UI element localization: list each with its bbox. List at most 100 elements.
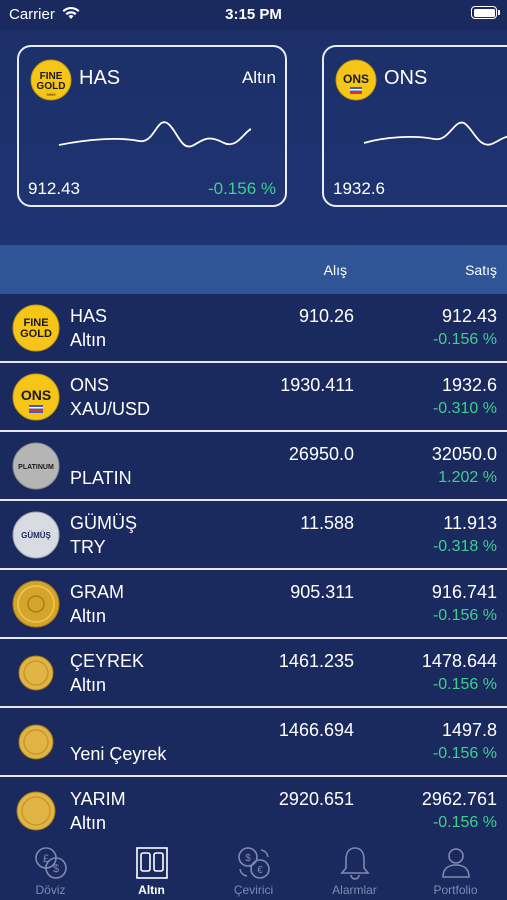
tab-label: Altın — [138, 883, 165, 897]
row-buy: 1930.411 — [280, 375, 354, 395]
ons-badge-icon: ONS — [335, 59, 377, 101]
svg-text:$: $ — [53, 863, 59, 875]
row-subtitle: Altın — [70, 675, 107, 695]
row-change: 1.202 % — [438, 469, 497, 486]
table-row[interactable]: ÇEYREK Altın 1461.235 1478.644 -0.156 % — [0, 639, 507, 708]
tab-label: Döviz — [35, 883, 66, 897]
row-sell: 1932.6 — [441, 375, 497, 395]
row-buy: 1466.694 — [278, 720, 354, 740]
badge-text: ONS — [343, 72, 369, 86]
badge-text-line2: GOLD — [20, 328, 52, 340]
row-buy: 905.311 — [290, 582, 354, 602]
card-kind: Altın — [241, 68, 276, 87]
header-sell: Satış — [465, 262, 497, 278]
tab-label: Çevirici — [233, 883, 274, 897]
row-subtitle: Altın — [70, 330, 107, 350]
summary-cards-carousel[interactable]: FINE GOLD 9999 HAS Altın 912.43 -0.156 %… — [0, 30, 507, 245]
card-change: -0.156 % — [207, 179, 276, 198]
tab-altin[interactable]: Altın — [101, 840, 202, 900]
svg-text:€: € — [257, 865, 263, 876]
table-row[interactable]: GÜMÜŞ GÜMÜŞ TRY 11.588 11.913 -0.318 % — [0, 501, 507, 570]
row-sell: 2962.761 — [421, 789, 497, 809]
row-buy: 2920.651 — [278, 789, 354, 809]
bell-icon — [340, 847, 370, 880]
status-bar: Carrier 3:15 PM — [0, 0, 507, 30]
price-sparkline — [58, 121, 252, 148]
row-sell: 1497.8 — [441, 720, 497, 740]
row-change: -0.156 % — [432, 676, 497, 693]
table-row[interactable]: Yeni Çeyrek 1466.694 1497.8 -0.156 % — [0, 708, 507, 777]
badge-text-line2: GOLD — [37, 81, 66, 92]
tab-label: Alarmlar — [332, 883, 377, 897]
tab-label: Portfolio — [433, 883, 478, 897]
badge-text: GÜMÜŞ — [21, 531, 51, 540]
price-list[interactable]: FINE GOLD HAS Altın 910.26 912.43 -0.156… — [0, 294, 507, 840]
fine-gold-badge-icon: FINE GOLD 9999 — [30, 59, 72, 101]
row-name: ÇEYREK — [70, 651, 145, 671]
row-change: -0.318 % — [432, 538, 497, 555]
tab-alarmlar[interactable]: Alarmlar — [304, 840, 405, 900]
card-name: HAS — [79, 67, 121, 89]
gold-bars-icon — [136, 847, 168, 879]
gold-coin-icon — [16, 791, 56, 831]
tab-bar: £ $ Döviz Altın $ € Çevirici Alarmlar Po… — [0, 840, 507, 900]
table-header: Alış Satış — [0, 245, 507, 294]
row-name: GÜMÜŞ — [70, 513, 137, 533]
tab-cevirici[interactable]: $ € Çevirici — [203, 840, 304, 900]
table-row[interactable]: GRAM Altın 905.311 916.741 -0.156 % — [0, 570, 507, 639]
person-icon — [442, 848, 470, 878]
gold-coin-icon — [12, 580, 60, 628]
row-name: GRAM — [70, 582, 124, 602]
gold-coin-icon — [18, 655, 54, 691]
card-price: 912.43 — [28, 179, 80, 198]
row-buy: 910.26 — [298, 306, 354, 326]
card-ons[interactable]: ONS ONS 1932.6 — [322, 45, 507, 207]
clock: 3:15 PM — [225, 6, 282, 23]
platinum-badge-icon: PLATINUM — [12, 442, 60, 490]
price-sparkline — [363, 121, 507, 146]
row-change: -0.310 % — [432, 400, 497, 417]
card-price: 1932.6 — [333, 179, 385, 198]
ons-badge-icon: ONS — [12, 373, 60, 421]
tab-doviz[interactable]: £ $ Döviz — [0, 840, 101, 900]
converter-icon: $ € — [238, 847, 270, 879]
row-change: -0.156 % — [432, 607, 497, 624]
row-name: HAS — [70, 306, 108, 326]
table-row[interactable]: PLATINUM PLATIN 26950.0 32050.0 1.202 % — [0, 432, 507, 501]
row-sell: 11.913 — [443, 513, 497, 533]
row-subtitle: Altın — [70, 606, 107, 626]
row-subtitle: PLATIN — [70, 468, 132, 488]
row-change: -0.156 % — [432, 814, 497, 831]
currency-coins-icon: £ $ — [35, 847, 67, 879]
tab-portfolio[interactable]: Portfolio — [405, 840, 506, 900]
card-has[interactable]: FINE GOLD 9999 HAS Altın 912.43 -0.156 % — [17, 45, 287, 207]
row-subtitle: Yeni Çeyrek — [70, 744, 167, 764]
badge-text-purity: 9999 — [47, 92, 57, 97]
svg-text:$: $ — [245, 853, 251, 864]
row-buy: 26950.0 — [288, 444, 354, 464]
row-change: -0.156 % — [432, 745, 497, 762]
row-sell: 912.43 — [441, 306, 497, 326]
gold-coin-icon — [18, 724, 54, 760]
row-subtitle: XAU/USD — [70, 399, 151, 419]
row-sell: 32050.0 — [431, 444, 497, 464]
fine-gold-badge-icon: FINE GOLD — [12, 304, 60, 352]
row-buy: 11.588 — [300, 513, 354, 533]
row-name: YARIM — [70, 789, 126, 809]
badge-text: PLATINUM — [18, 464, 54, 471]
header-buy: Alış — [323, 262, 347, 278]
table-row[interactable]: ONS ONS XAU/USD 1930.411 1932.6 -0.310 % — [0, 363, 507, 432]
row-buy: 1461.235 — [278, 651, 354, 671]
row-subtitle: TRY — [70, 537, 106, 557]
row-name: ONS — [70, 375, 110, 395]
row-change: -0.156 % — [432, 331, 497, 348]
row-subtitle: Altın — [70, 813, 107, 833]
row-sell: 1478.644 — [421, 651, 497, 671]
table-row[interactable]: FINE GOLD HAS Altın 910.26 912.43 -0.156… — [0, 294, 507, 363]
card-name: ONS — [384, 67, 428, 89]
table-row[interactable]: YARIM Altın 2920.651 2962.761 -0.156 % — [0, 777, 507, 840]
badge-text: ONS — [21, 387, 51, 403]
battery-icon — [471, 6, 500, 19]
silver-badge-icon: GÜMÜŞ — [12, 511, 60, 559]
row-sell: 916.741 — [431, 582, 497, 602]
